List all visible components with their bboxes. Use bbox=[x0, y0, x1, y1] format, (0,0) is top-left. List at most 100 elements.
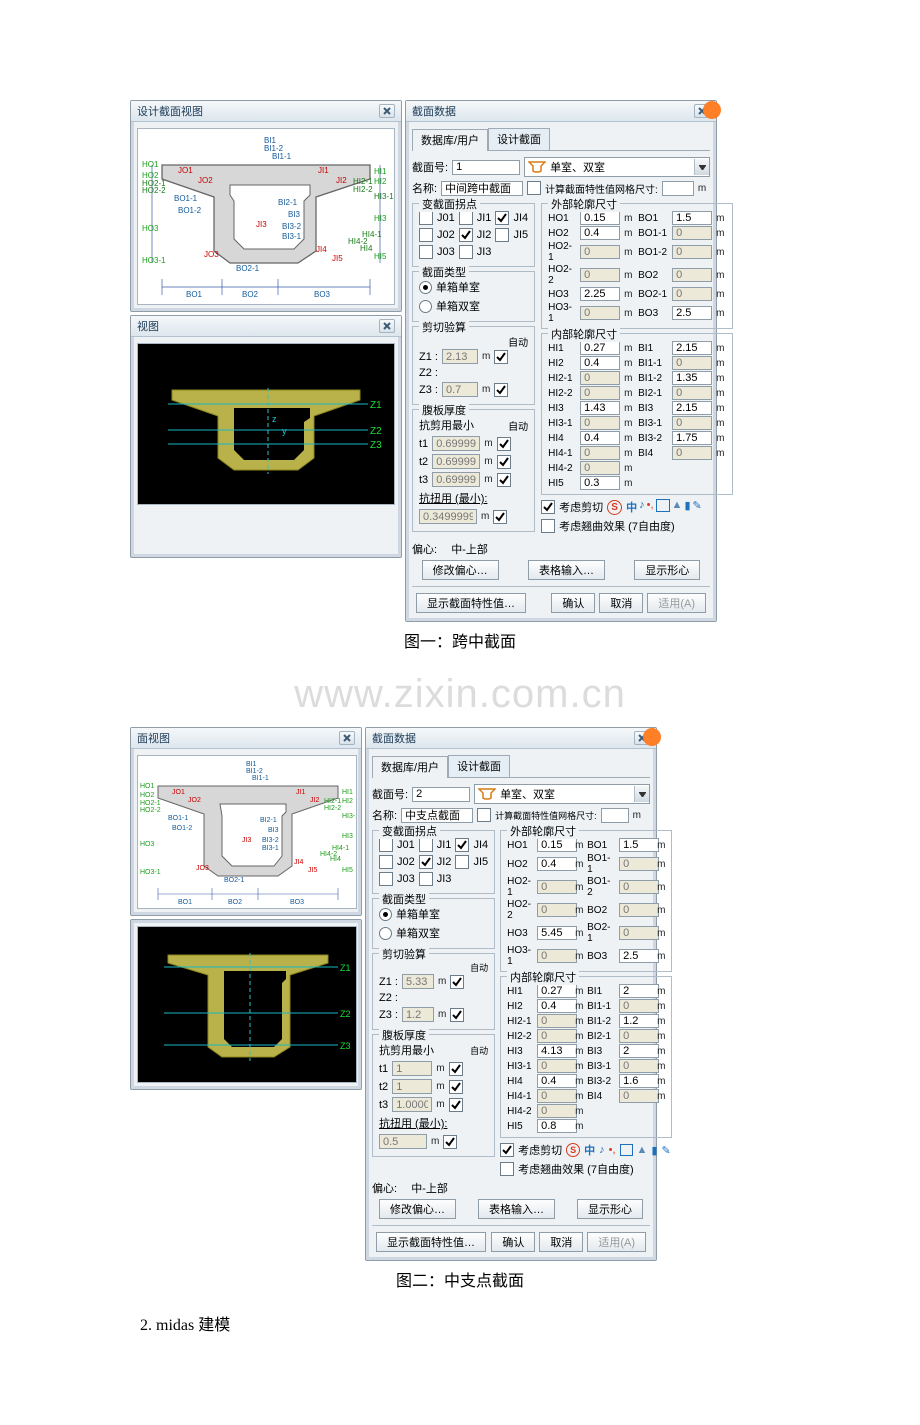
show-centroid-button[interactable]: 显示形心 bbox=[634, 560, 700, 580]
svg-text:JI3: JI3 bbox=[242, 837, 251, 844]
show-section-props-button[interactable]: 显示截面特性值… bbox=[416, 593, 526, 613]
ok-button[interactable]: 确认 bbox=[551, 593, 595, 613]
svg-text:HO3-1: HO3-1 bbox=[142, 256, 166, 265]
svg-text:HI5: HI5 bbox=[374, 252, 387, 261]
svg-text:HI3: HI3 bbox=[374, 214, 387, 223]
svg-text:JO2: JO2 bbox=[188, 797, 201, 804]
svg-text:HI5: HI5 bbox=[342, 867, 353, 874]
svg-text:HI3-1: HI3-1 bbox=[342, 813, 356, 820]
svg-text:HO1: HO1 bbox=[142, 160, 159, 169]
close-icon[interactable] bbox=[379, 319, 395, 333]
cross-section-drawing-2: HO1HO2HO2-1HO2-2HO3HO3-1HI1HI2HI2-1HI2-2… bbox=[137, 755, 357, 909]
consider-warp-cb[interactable] bbox=[541, 519, 555, 533]
svg-text:y: y bbox=[282, 426, 287, 436]
single-cell-radio[interactable] bbox=[419, 281, 432, 294]
svg-text:HI2: HI2 bbox=[374, 177, 387, 186]
svg-text:JI2: JI2 bbox=[310, 797, 319, 804]
svg-text:HI4-1: HI4-1 bbox=[332, 845, 349, 852]
svg-text:HI2-1: HI2-1 bbox=[324, 798, 341, 805]
J01-cb[interactable] bbox=[419, 211, 433, 225]
svg-text:BI3-2: BI3-2 bbox=[282, 222, 302, 231]
figure2-caption: 图二：中支点截面 bbox=[130, 1267, 790, 1291]
svg-text:JO3: JO3 bbox=[204, 250, 219, 259]
svg-text:JI4: JI4 bbox=[316, 245, 327, 254]
svg-text:BI3-1: BI3-1 bbox=[282, 232, 302, 241]
svg-text:HI2: HI2 bbox=[342, 798, 353, 805]
svg-text:HI2-2: HI2-2 bbox=[353, 185, 373, 194]
svg-text:HO1: HO1 bbox=[140, 783, 155, 790]
t3-auto[interactable] bbox=[497, 473, 511, 487]
svg-text:Z2: Z2 bbox=[370, 426, 382, 437]
consider-shear-cb[interactable] bbox=[541, 500, 555, 514]
svg-text:BI2-1: BI2-1 bbox=[260, 817, 277, 824]
section-name-input[interactable] bbox=[441, 181, 523, 196]
svg-text:BO2-1: BO2-1 bbox=[236, 264, 260, 273]
svg-text:BO3: BO3 bbox=[290, 899, 304, 906]
svg-text:BI3: BI3 bbox=[288, 210, 301, 219]
app-tag-icon bbox=[703, 101, 721, 119]
svg-text:Z3: Z3 bbox=[370, 440, 382, 451]
svg-text:BO2: BO2 bbox=[242, 290, 259, 299]
svg-text:HI3: HI3 bbox=[342, 833, 353, 840]
section-number-input[interactable] bbox=[452, 160, 520, 175]
preview-3d: Z1Z2Z3 zy bbox=[137, 343, 395, 505]
modify-offset-button[interactable]: 修改偏心… bbox=[422, 560, 499, 580]
JI4-cb[interactable] bbox=[495, 211, 509, 225]
table-input-button[interactable]: 表格输入… bbox=[528, 560, 605, 580]
svg-text:BO1-2: BO1-2 bbox=[172, 825, 192, 832]
t2-auto[interactable] bbox=[497, 455, 511, 469]
cross-section-drawing: HO1HO2HO2-1HO2-2 HO3HO3-1 HI1HI2HI2-1HI2… bbox=[137, 128, 395, 305]
logo-s-icon: S bbox=[566, 1143, 580, 1157]
t2-input[interactable] bbox=[432, 454, 480, 469]
svg-text:HI3-1: HI3-1 bbox=[374, 192, 394, 201]
JI3-cb[interactable] bbox=[459, 245, 473, 259]
svg-text:Z1: Z1 bbox=[370, 400, 382, 411]
svg-text:BI1-1: BI1-1 bbox=[252, 775, 269, 782]
svg-text:HO3-1: HO3-1 bbox=[140, 869, 161, 876]
z3-input[interactable] bbox=[442, 382, 478, 397]
cancel-button[interactable]: 取消 bbox=[599, 593, 643, 613]
tt-auto[interactable] bbox=[493, 510, 507, 524]
tab-db-user[interactable]: 数据库/用户 bbox=[412, 129, 488, 151]
qat-icons: 中 ♪ •, ▲ ▮ ✎ bbox=[626, 499, 702, 515]
z3-auto-cb[interactable] bbox=[494, 383, 508, 397]
chevron-down-icon bbox=[694, 159, 709, 175]
svg-text:BO1-1: BO1-1 bbox=[168, 815, 188, 822]
t1-auto[interactable] bbox=[497, 437, 511, 451]
svg-text:Z1: Z1 bbox=[340, 963, 351, 973]
z1-input[interactable] bbox=[442, 349, 478, 364]
svg-text:HI2-2: HI2-2 bbox=[324, 805, 341, 812]
double-cell-radio[interactable] bbox=[419, 300, 432, 313]
svg-text:BI1-2: BI1-2 bbox=[246, 768, 263, 775]
mesh-size-input[interactable] bbox=[662, 181, 694, 196]
svg-text:JI1: JI1 bbox=[296, 789, 305, 796]
apply-button[interactable]: 适用(A) bbox=[647, 593, 706, 613]
z1-auto-cb[interactable] bbox=[494, 350, 508, 364]
JI2-cb[interactable] bbox=[459, 228, 473, 242]
svg-text:JI2: JI2 bbox=[336, 176, 347, 185]
svg-text:JI5: JI5 bbox=[308, 867, 317, 874]
tt-input[interactable] bbox=[419, 509, 477, 524]
tab-design-section[interactable]: 设计截面 bbox=[488, 128, 550, 150]
t3-input[interactable] bbox=[432, 472, 480, 487]
J03-cb[interactable] bbox=[419, 245, 433, 259]
close-icon[interactable] bbox=[339, 731, 355, 745]
app-tag-icon bbox=[643, 728, 661, 746]
JI5-cb[interactable] bbox=[495, 228, 509, 242]
mesh-checkbox[interactable] bbox=[527, 181, 541, 195]
svg-text:HO2-2: HO2-2 bbox=[140, 807, 161, 814]
svg-text:BO2-1: BO2-1 bbox=[224, 877, 244, 884]
tabs: 数据库/用户 设计截面 bbox=[412, 128, 710, 151]
inner-grid: HI1mBI1m HI2mBI1-1m HI2-1mBI1-2m HI2-2mB… bbox=[548, 341, 726, 490]
close-icon[interactable] bbox=[379, 104, 395, 118]
J02-cb[interactable] bbox=[419, 228, 433, 242]
svg-text:HI4-1: HI4-1 bbox=[362, 230, 382, 239]
logo-s-icon: S bbox=[607, 500, 622, 515]
svg-text:BO3: BO3 bbox=[314, 290, 331, 299]
JI1-cb[interactable] bbox=[459, 211, 473, 225]
svg-text:BO2: BO2 bbox=[228, 899, 242, 906]
t1-input[interactable] bbox=[432, 436, 480, 451]
section-type-dropdown[interactable]: 单室、双室 bbox=[524, 157, 710, 177]
svg-text:HO2-2: HO2-2 bbox=[142, 186, 166, 195]
watermark: www.zixin.com.cn bbox=[130, 672, 790, 717]
